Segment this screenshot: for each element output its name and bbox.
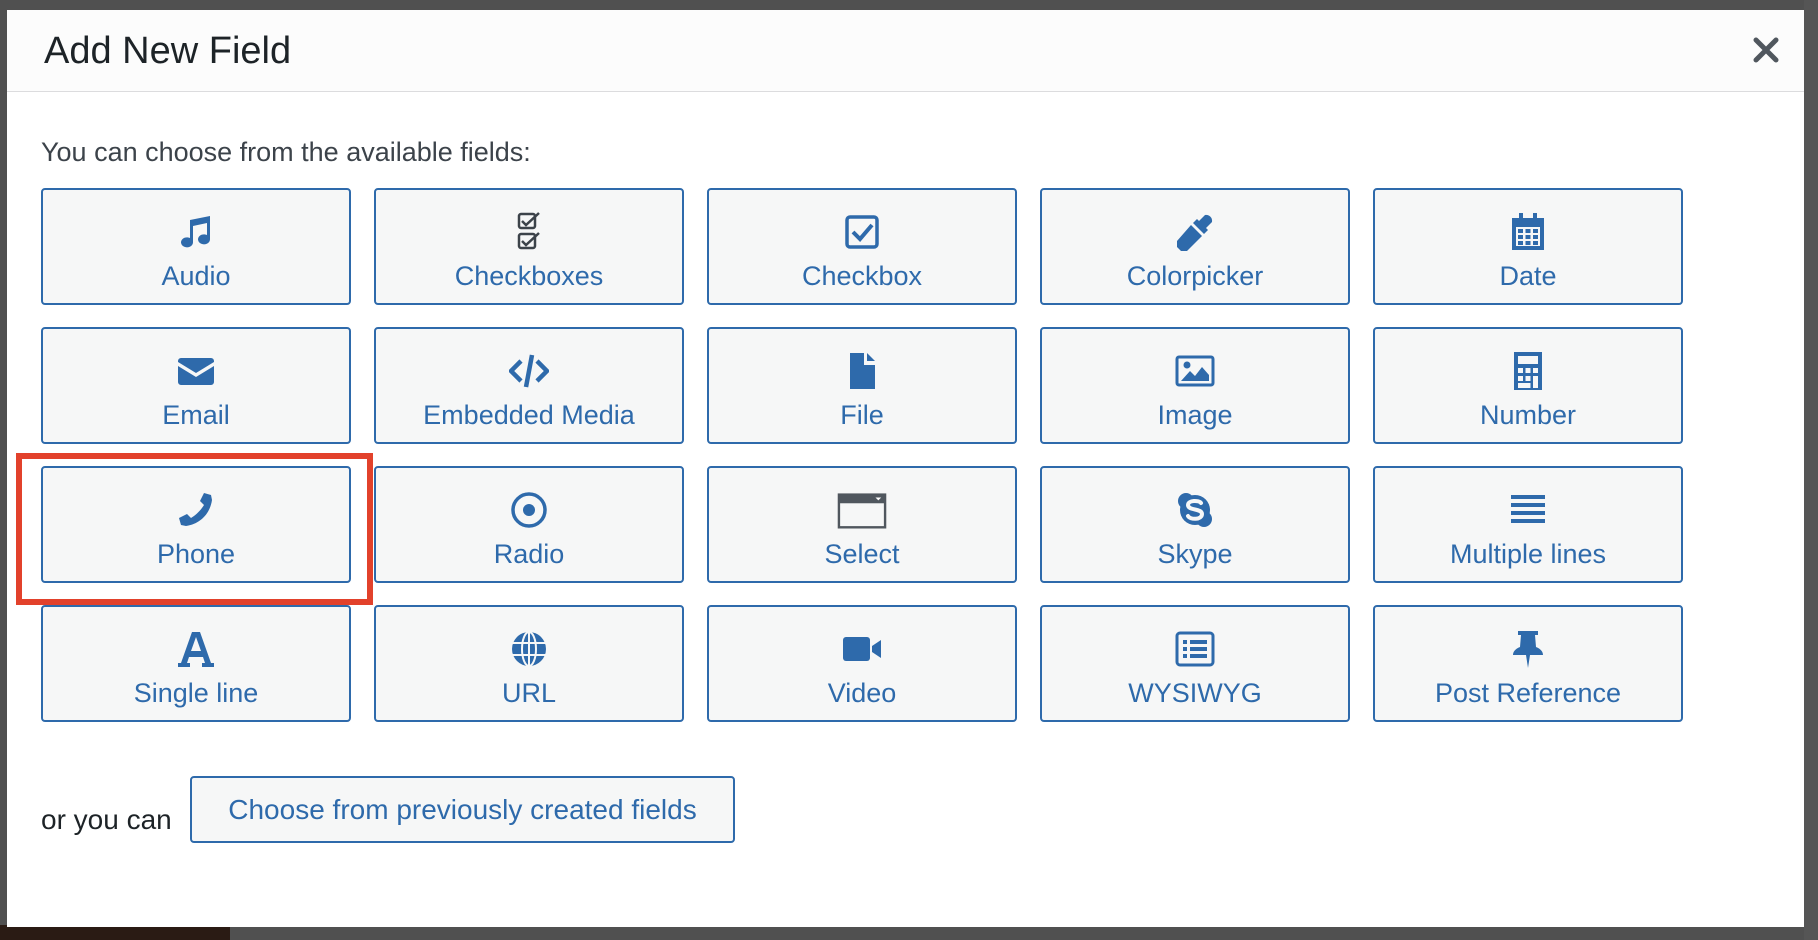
field-button-colorpicker[interactable]: Colorpicker bbox=[1040, 188, 1350, 305]
field-button-post-reference[interactable]: Post Reference bbox=[1373, 605, 1683, 722]
field-grid: Audio Checkboxes Checkbox Colorpicker Da… bbox=[41, 188, 1683, 722]
field-button-file[interactable]: File bbox=[707, 327, 1017, 444]
field-label: Embedded Media bbox=[423, 400, 635, 430]
envelope-icon bbox=[174, 349, 218, 393]
field-button-radio[interactable]: Radio bbox=[374, 466, 684, 583]
field-label: File bbox=[840, 400, 884, 430]
field-label: Phone bbox=[156, 539, 236, 569]
field-label: Image bbox=[1157, 400, 1233, 430]
add-field-modal: Add New Field You can choose from the av… bbox=[7, 10, 1804, 927]
field-label: Date bbox=[1499, 261, 1557, 291]
select-icon bbox=[836, 488, 888, 532]
field-button-select[interactable]: Select bbox=[707, 466, 1017, 583]
field-label: Checkbox bbox=[801, 261, 923, 291]
field-label: Colorpicker bbox=[1126, 261, 1264, 291]
field-label: Radio bbox=[493, 539, 565, 569]
close-icon bbox=[1753, 37, 1779, 63]
list-alt-icon bbox=[1173, 627, 1217, 671]
field-label: URL bbox=[501, 678, 556, 708]
skype-icon bbox=[1173, 488, 1217, 532]
field-button-number[interactable]: Number bbox=[1373, 327, 1683, 444]
field-button-multiple-lines[interactable]: Multiple lines bbox=[1373, 466, 1683, 583]
field-button-checkboxes[interactable]: Checkboxes bbox=[374, 188, 684, 305]
field-button-wysiwyg[interactable]: WYSIWYG bbox=[1040, 605, 1350, 722]
field-label: WYSIWYG bbox=[1128, 678, 1262, 708]
field-label: Number bbox=[1479, 400, 1577, 430]
eyedropper-icon bbox=[1173, 210, 1217, 254]
field-button-image[interactable]: Image bbox=[1040, 327, 1350, 444]
field-button-video[interactable]: Video bbox=[707, 605, 1017, 722]
field-button-skype[interactable]: Skype bbox=[1040, 466, 1350, 583]
field-button-single-line[interactable]: Single line bbox=[41, 605, 351, 722]
field-label: Audio bbox=[161, 261, 231, 291]
footer-prefix-text: or you can bbox=[41, 804, 172, 835]
file-icon bbox=[840, 349, 884, 393]
close-button[interactable] bbox=[1748, 32, 1784, 68]
choose-previous-fields-button[interactable]: Choose from previously created fields bbox=[190, 776, 735, 843]
code-icon bbox=[507, 349, 551, 393]
lines-icon bbox=[1506, 488, 1550, 532]
field-button-embedded-media[interactable]: Embedded Media bbox=[374, 327, 684, 444]
backdrop-bottom-strip bbox=[0, 925, 230, 940]
image-icon bbox=[1173, 349, 1217, 393]
field-label: Single line bbox=[133, 678, 259, 708]
calendar-icon bbox=[1506, 210, 1550, 254]
pin-icon bbox=[1506, 627, 1550, 671]
video-icon bbox=[840, 627, 884, 671]
field-button-url[interactable]: URL bbox=[374, 605, 684, 722]
field-button-phone[interactable]: Phone bbox=[41, 466, 351, 583]
backdrop-right-edge bbox=[1804, 0, 1818, 940]
field-label: Select bbox=[824, 539, 900, 569]
font-icon bbox=[174, 627, 218, 671]
phone-icon bbox=[174, 488, 218, 532]
modal-header: Add New Field bbox=[7, 10, 1804, 92]
field-label: Checkboxes bbox=[454, 261, 604, 291]
field-label: Skype bbox=[1157, 539, 1233, 569]
field-button-date[interactable]: Date bbox=[1373, 188, 1683, 305]
radio-icon bbox=[507, 488, 551, 532]
field-label: Multiple lines bbox=[1449, 539, 1607, 569]
field-button-audio[interactable]: Audio bbox=[41, 188, 351, 305]
music-icon bbox=[174, 210, 218, 254]
field-button-email[interactable]: Email bbox=[41, 327, 351, 444]
calculator-icon bbox=[1506, 349, 1550, 393]
checkboxes-icon bbox=[507, 210, 551, 254]
field-label: Video bbox=[827, 678, 897, 708]
globe-icon bbox=[507, 627, 551, 671]
modal-title: Add New Field bbox=[44, 30, 292, 72]
field-label: Email bbox=[162, 400, 230, 430]
checkbox-icon bbox=[840, 210, 884, 254]
field-button-checkbox[interactable]: Checkbox bbox=[707, 188, 1017, 305]
intro-text: You can choose from the available fields… bbox=[41, 137, 531, 167]
field-label: Post Reference bbox=[1434, 678, 1622, 708]
